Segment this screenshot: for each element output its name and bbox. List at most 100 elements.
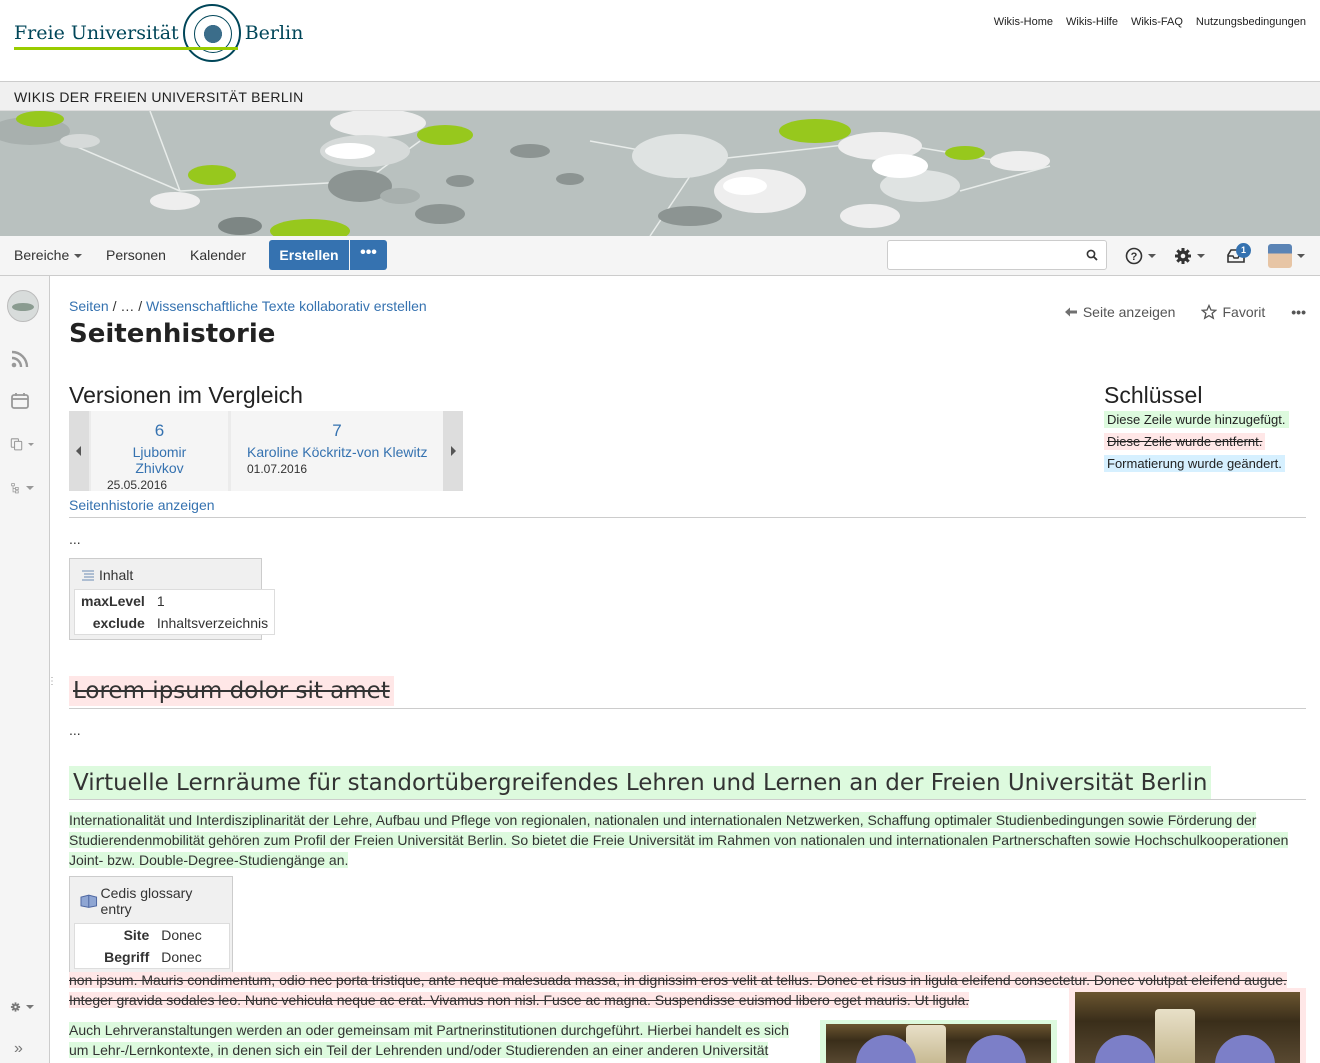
version-date: 25.05.2016 bbox=[107, 478, 168, 492]
macro-title: Cedis glossary entry bbox=[100, 885, 193, 917]
versions-heading: Versionen im Vergleich bbox=[69, 382, 303, 408]
university-header: Freie Universität Berlin Wikis-Home Wiki… bbox=[0, 0, 1320, 82]
site-title: WIKIS DER FREIEN UNIVERSITÄT BERLIN bbox=[14, 89, 304, 105]
divider bbox=[69, 799, 1306, 800]
chevron-down-icon bbox=[1197, 254, 1205, 258]
version-date: 01.07.2016 bbox=[247, 462, 308, 476]
create-button[interactable]: Erstellen bbox=[269, 240, 349, 270]
version-author[interactable]: Karoline Köckritz-von Klewitz bbox=[247, 444, 428, 460]
param-key: maxLevel bbox=[81, 593, 145, 609]
sidebar-expand[interactable]: » bbox=[14, 1038, 38, 1060]
page-actions: Seite anzeigen Favorit ••• bbox=[1064, 304, 1306, 320]
chevron-left-icon bbox=[76, 446, 81, 456]
chevron-down-icon bbox=[26, 486, 34, 490]
link-wikis-hilfe[interactable]: Wikis-Hilfe bbox=[1066, 16, 1118, 28]
diff-key: Schlüssel Diese Zeile wurde hinzugefügt.… bbox=[1104, 382, 1306, 477]
calendar-icon bbox=[11, 393, 29, 409]
added-text: Internationalität und Interdisziplinarit… bbox=[69, 812, 1289, 868]
param-value: Donec bbox=[161, 927, 202, 943]
university-logo[interactable]: Freie Universität Berlin bbox=[14, 4, 303, 62]
added-paragraph: Internationalität und Interdisziplinarit… bbox=[69, 810, 1299, 870]
lab-photo bbox=[1075, 992, 1300, 1063]
logo-text-left: Freie Universität bbox=[14, 22, 179, 44]
version-prev-button[interactable] bbox=[69, 411, 89, 491]
chevron-down-icon bbox=[1148, 254, 1156, 258]
link-wikis-faq[interactable]: Wikis-FAQ bbox=[1131, 16, 1183, 28]
space-logo[interactable] bbox=[7, 290, 39, 322]
macro-title: Inhalt bbox=[99, 567, 134, 583]
chevron-down-icon bbox=[1297, 254, 1305, 258]
more-actions-button[interactable]: ••• bbox=[1291, 304, 1306, 320]
gear-icon bbox=[10, 1002, 21, 1012]
sidebar-resize-handle[interactable]: ⋮ bbox=[47, 671, 57, 693]
macro-param-row: Begriff Donec bbox=[75, 946, 230, 969]
notification-badge: 1 bbox=[1236, 243, 1251, 258]
search-input[interactable] bbox=[894, 241, 1084, 269]
nav-personen[interactable]: Personen bbox=[106, 247, 166, 263]
sidebar-blog[interactable] bbox=[10, 348, 34, 370]
sidebar-settings[interactable] bbox=[10, 996, 34, 1018]
key-formatted: Formatierung wurde geändert. bbox=[1104, 455, 1285, 472]
param-key: Begriff bbox=[104, 949, 150, 965]
top-links: Wikis-Home Wikis-Hilfe Wikis-FAQ Nutzung… bbox=[994, 16, 1306, 28]
glossary-macro: Cedis glossary entry Site Donec Begriff … bbox=[69, 876, 233, 974]
view-page-label: Seite anzeigen bbox=[1082, 304, 1176, 320]
lab-photo bbox=[826, 1024, 1051, 1063]
search-box bbox=[887, 240, 1107, 270]
key-heading: Schlüssel bbox=[1104, 382, 1203, 408]
star-icon bbox=[1201, 304, 1218, 320]
help-menu[interactable]: ? bbox=[1125, 245, 1156, 267]
sidebar-tree[interactable] bbox=[10, 477, 34, 499]
breadcrumb: Seiten / … / Wissenschaftliche Texte kol… bbox=[69, 298, 427, 314]
key-removed: Diese Zeile wurde entfernt. bbox=[1104, 433, 1266, 450]
chevron-down-icon bbox=[28, 442, 34, 446]
search-icon[interactable] bbox=[1086, 249, 1098, 261]
toc-macro: Inhalt maxLevel 1 exclude Inhaltsverzeic… bbox=[69, 558, 276, 640]
macro-param-row: maxLevel 1 bbox=[75, 590, 275, 613]
version-next-button[interactable] bbox=[443, 411, 463, 491]
pages-icon bbox=[10, 438, 23, 451]
nav-kalender[interactable]: Kalender bbox=[190, 247, 246, 263]
link-wikis-home[interactable]: Wikis-Home bbox=[994, 16, 1053, 28]
chevron-right-icon bbox=[451, 446, 456, 456]
version-selector: 6 Ljubomir Zhivkov 25.05.2016 7 Karoline… bbox=[69, 411, 463, 492]
added-image[interactable] bbox=[820, 1020, 1057, 1063]
create-more-button[interactable]: ••• bbox=[350, 240, 387, 270]
favorite-button[interactable]: Favorit bbox=[1201, 304, 1265, 320]
help-icon: ? bbox=[1125, 247, 1143, 265]
macro-params: maxLevel 1 exclude Inhaltsverzeichnis bbox=[74, 589, 276, 635]
settings-menu[interactable] bbox=[1174, 245, 1205, 267]
book-icon bbox=[80, 894, 98, 908]
macro-header: Inhalt bbox=[70, 559, 261, 585]
nav-bereiche[interactable]: Bereiche bbox=[14, 247, 83, 263]
param-key: exclude bbox=[92, 615, 145, 631]
breadcrumb-separator: / bbox=[112, 298, 117, 314]
macro-header: Cedis glossary entry bbox=[70, 877, 232, 919]
breadcrumb-parent[interactable]: Wissenschaftliche Texte kollaborativ ers… bbox=[146, 298, 427, 314]
param-value: Donec bbox=[161, 949, 202, 965]
university-seal-icon bbox=[182, 4, 241, 62]
version-card-new[interactable]: 7 Karoline Köckritz-von Klewitz 01.07.20… bbox=[231, 411, 443, 491]
logo-text-right: Berlin bbox=[244, 22, 304, 44]
divider bbox=[69, 708, 1306, 709]
user-menu[interactable] bbox=[1268, 244, 1305, 268]
breadcrumb-seiten[interactable]: Seiten bbox=[69, 298, 109, 314]
view-page-button[interactable]: Seite anzeigen bbox=[1064, 304, 1176, 320]
macro-param-row: Site Donec bbox=[75, 924, 230, 947]
version-card-old[interactable]: 6 Ljubomir Zhivkov 25.05.2016 bbox=[91, 411, 228, 492]
added-text: Auch Lehrveranstaltungen werden an oder … bbox=[69, 1022, 789, 1058]
breadcrumb-ellipsis[interactable]: … bbox=[120, 298, 134, 314]
logo-underline bbox=[14, 47, 238, 50]
added-paragraph: Auch Lehrveranstaltungen werden an oder … bbox=[69, 1020, 799, 1060]
removed-image[interactable] bbox=[1069, 988, 1306, 1063]
page-history-link[interactable]: Seitenhistorie anzeigen bbox=[69, 497, 215, 513]
ellipsis: ... bbox=[69, 531, 81, 547]
link-nutzungsbedingungen[interactable]: Nutzungsbedingungen bbox=[1196, 16, 1306, 28]
version-author[interactable]: Ljubomir Zhivkov bbox=[107, 444, 212, 476]
breadcrumb-separator: / bbox=[138, 298, 143, 314]
sidebar-calendar[interactable] bbox=[10, 390, 34, 412]
added-heading: Virtuelle Lernräume für standortübergrei… bbox=[69, 766, 1212, 800]
chevron-down-icon bbox=[26, 1005, 34, 1009]
sidebar-pages[interactable] bbox=[10, 433, 34, 455]
macro-param-row: exclude Inhaltsverzeichnis bbox=[75, 612, 275, 635]
